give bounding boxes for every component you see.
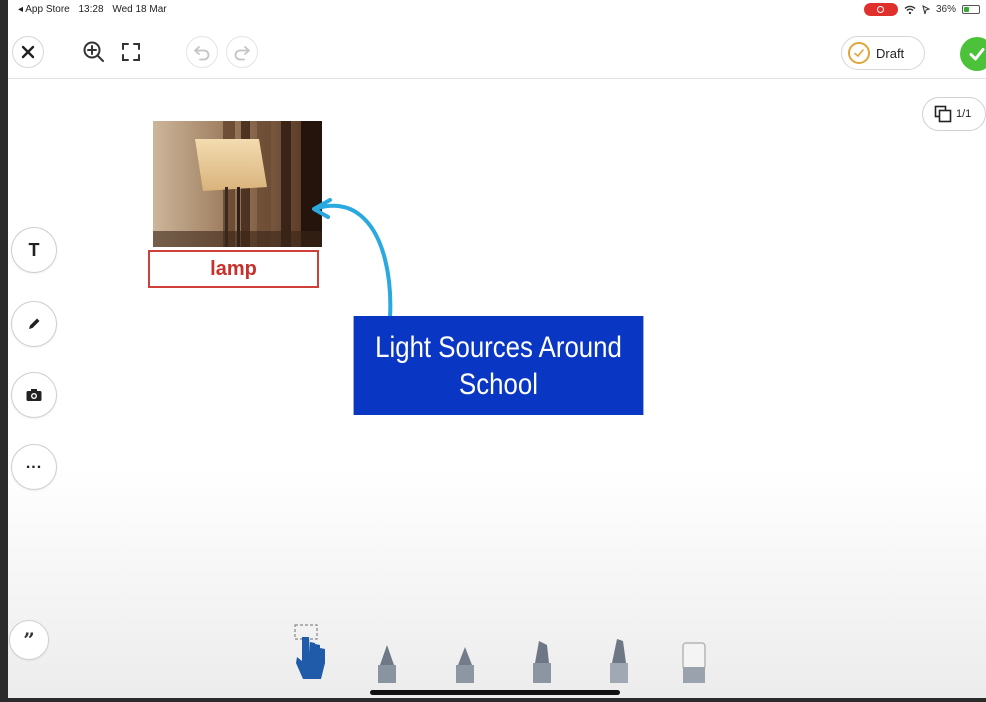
pen-tool-marker[interactable]: [372, 643, 402, 688]
record-dot-icon: [877, 6, 885, 13]
page-count: 1/1: [956, 108, 972, 120]
eraser-tool[interactable]: [679, 639, 709, 688]
photo-label[interactable]: lamp: [148, 250, 319, 288]
pen-tool-chisel[interactable]: [527, 639, 557, 688]
frame-bottom-edge: [0, 698, 986, 702]
text-tool-button[interactable]: T: [11, 227, 57, 273]
title-line-1: Light Sources Around: [375, 330, 622, 364]
redo-icon: [234, 46, 250, 61]
top-toolbar: Draft: [8, 26, 986, 79]
location-icon: [922, 4, 930, 14]
status-date: Wed 18 Mar: [112, 4, 167, 15]
selection-hand-tool[interactable]: [293, 623, 329, 688]
title-text: Light Sources Around School: [354, 329, 644, 403]
checkmark-icon: [969, 48, 985, 61]
title-line-2: School: [459, 367, 538, 401]
status-bar: ◂ App Store 13:28 Wed 18 Mar 36%: [8, 0, 986, 20]
home-indicator[interactable]: [370, 690, 620, 695]
back-to-app-store[interactable]: ◂ App Store: [18, 4, 70, 15]
more-button[interactable]: ...: [11, 444, 57, 490]
close-button[interactable]: [12, 36, 44, 68]
highlighter-icon: [610, 639, 628, 683]
fit-screen-icon: [122, 43, 140, 61]
lamp-photo-image: [153, 121, 322, 247]
more-dots-icon: ...: [25, 455, 43, 472]
text-tool-icon: T: [28, 239, 40, 260]
fine-pen-icon: [456, 647, 474, 683]
screen-record-indicator: [863, 3, 898, 16]
camera-button[interactable]: [11, 372, 57, 418]
hand-pointer-icon: [294, 624, 325, 679]
draft-check-icon: [848, 42, 870, 64]
draft-button[interactable]: Draft: [841, 36, 925, 70]
fit-screen-button[interactable]: [115, 36, 147, 68]
drawing-tool-tray: [8, 624, 986, 694]
zoom-in-icon: [83, 41, 104, 62]
wifi-icon: [904, 5, 916, 14]
pages-button[interactable]: 1/1: [922, 97, 986, 131]
pen-tool-button[interactable]: [11, 301, 57, 347]
title-text-box[interactable]: Light Sources Around School: [353, 316, 644, 415]
status-left: ◂ App Store 13:28 Wed 18 Mar: [18, 4, 173, 15]
battery-icon: [962, 5, 980, 14]
lamp-photo[interactable]: [153, 121, 322, 247]
pages-icon: [934, 105, 952, 123]
frame-edge: [0, 0, 8, 702]
pen-tool-highlighter[interactable]: [604, 637, 634, 688]
draft-check-mark: [854, 49, 864, 58]
battery-percent: 36%: [935, 4, 956, 15]
draft-label: Draft: [876, 45, 905, 61]
battery-level: [964, 7, 969, 12]
drawn-arrow[interactable]: [300, 190, 410, 330]
camera-icon: [26, 389, 42, 401]
status-right: 36%: [863, 3, 980, 16]
redo-button[interactable]: [226, 36, 258, 68]
close-icon: [21, 45, 35, 59]
undo-button[interactable]: [186, 36, 218, 68]
marker-pen-icon: [378, 645, 396, 683]
status-time: 13:28: [78, 4, 104, 15]
chisel-marker-icon: [533, 641, 551, 683]
undo-icon: [194, 46, 210, 61]
pencil-icon: [29, 318, 40, 329]
eraser-icon: [682, 642, 706, 683]
done-button[interactable]: [960, 37, 986, 71]
zoom-button[interactable]: [78, 36, 110, 68]
pen-tool-fine[interactable]: [450, 643, 480, 688]
